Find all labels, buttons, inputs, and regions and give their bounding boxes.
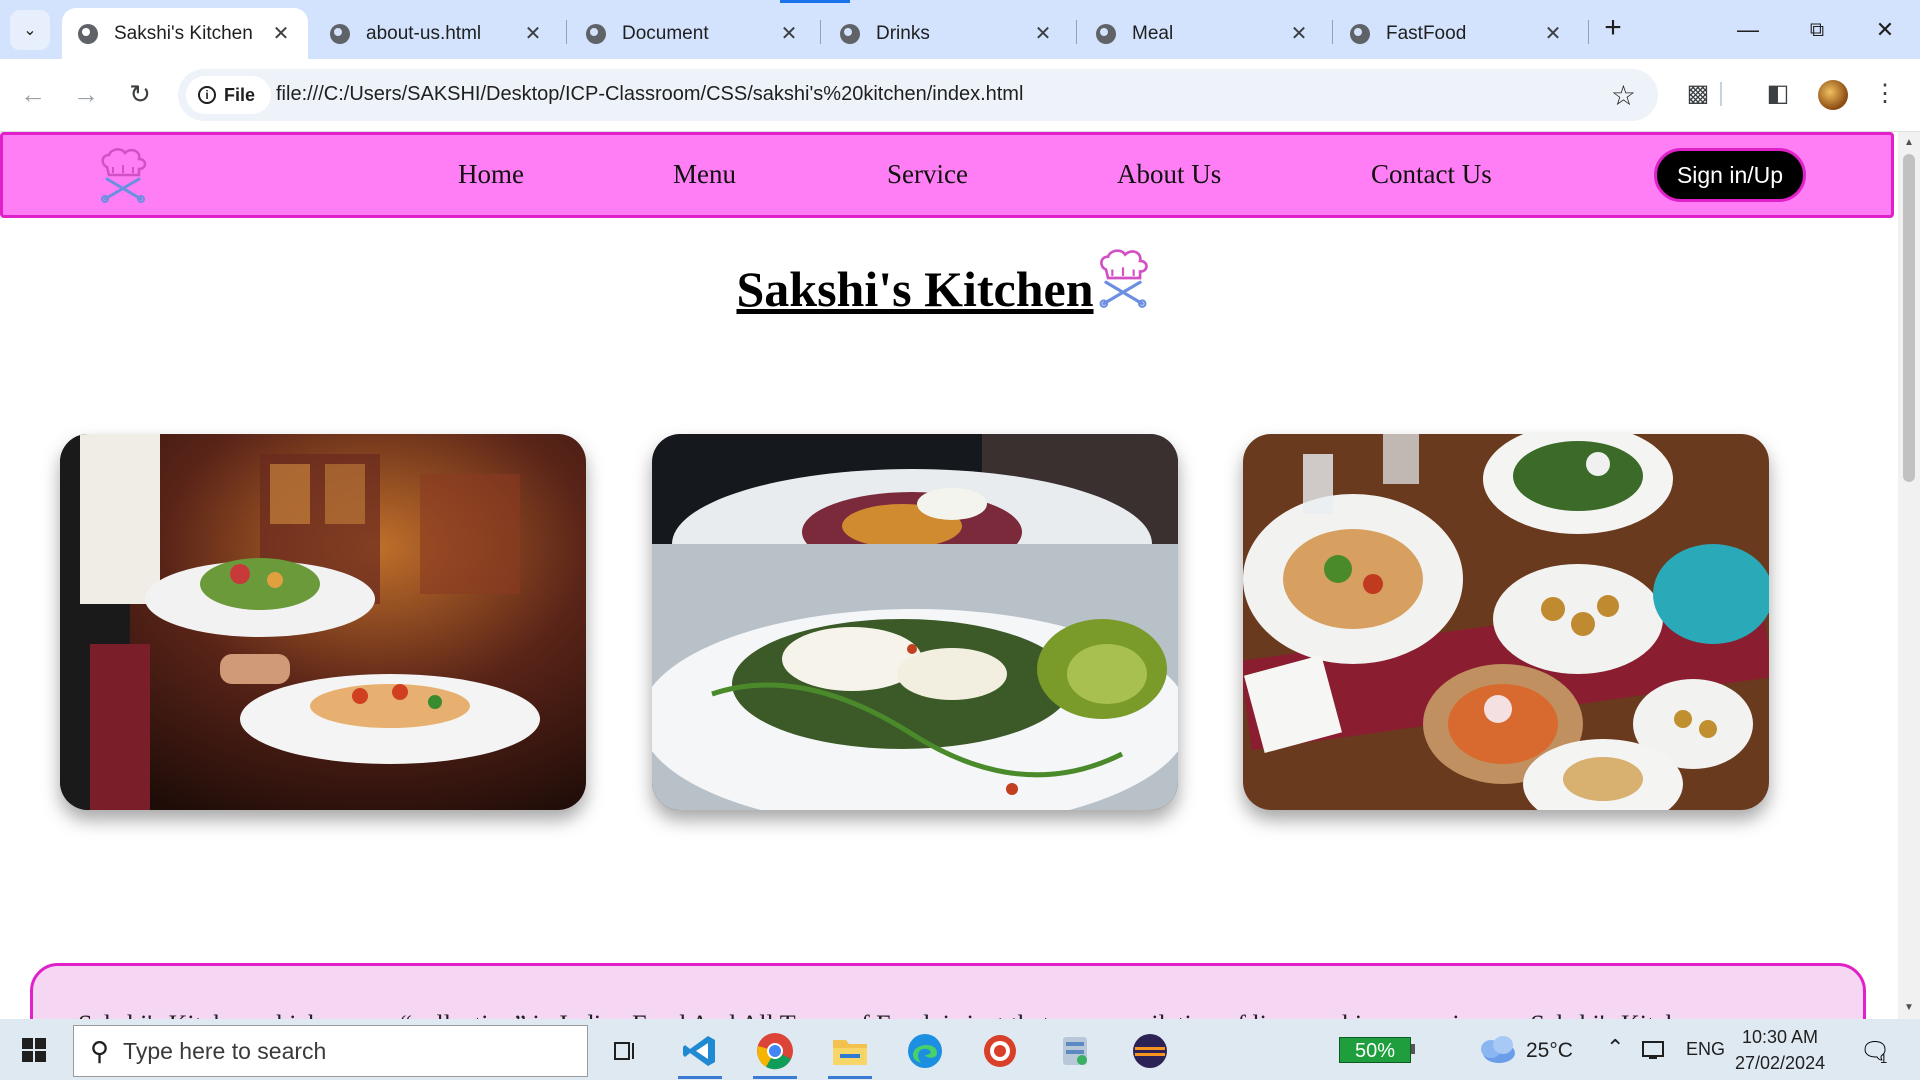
scroll-down-icon[interactable]: ▼ (1898, 999, 1920, 1017)
tab-about-us[interactable]: about-us.html ✕ (314, 8, 560, 59)
new-tab-icon[interactable]: + (1598, 13, 1628, 44)
tab-separator (1332, 20, 1333, 44)
screen-recorder-icon[interactable] (975, 1027, 1025, 1075)
edge-icon[interactable] (900, 1027, 950, 1075)
tab-separator (1588, 20, 1589, 44)
file-explorer-icon[interactable] (825, 1027, 875, 1079)
extensions-icon[interactable]: ▩ (1680, 76, 1716, 112)
browser-tab-bar: ⌄ Sakshi's Kitchen ✕ about-us.html ✕ Doc… (0, 0, 1920, 59)
bookmark-star-icon[interactable]: ☆ (1611, 79, 1636, 112)
close-icon[interactable]: ✕ (1032, 21, 1054, 46)
tab-meal[interactable]: Meal ✕ (1080, 8, 1326, 59)
tab-title: Meal (1132, 22, 1174, 44)
address-bar[interactable]: i File file:///C:/Users/SAKSHI/Desktop/I… (178, 69, 1658, 121)
globe-icon (1350, 23, 1370, 44)
close-window-icon[interactable]: ✕ (1865, 12, 1905, 48)
network-icon[interactable] (1640, 1037, 1666, 1063)
info-icon: i (198, 86, 216, 104)
tab-separator (820, 20, 821, 44)
scroll-up-icon[interactable]: ▲ (1898, 134, 1920, 152)
vscode-icon[interactable] (675, 1027, 725, 1079)
side-panel-icon[interactable]: ◧ (1760, 76, 1796, 112)
minimize-icon[interactable]: — (1728, 12, 1768, 48)
tab-separator (1076, 20, 1077, 44)
tab-fastfood[interactable]: FastFood ✕ (1334, 8, 1580, 59)
chef-hat-icon (1099, 249, 1148, 308)
food-photo-table (1243, 434, 1769, 810)
toolbar-divider (1720, 82, 1722, 106)
tab-sakshis-kitchen[interactable]: Sakshi's Kitchen ✕ (62, 8, 308, 59)
nav-link-home[interactable]: Home (458, 159, 524, 190)
tab-title: Drinks (876, 22, 930, 44)
windows-start-icon[interactable] (22, 1038, 46, 1062)
tab-drinks[interactable]: Drinks ✕ (824, 8, 1070, 59)
nav-link-service[interactable]: Service (887, 159, 968, 190)
globe-icon (586, 23, 606, 44)
about-text: Sakshi's Kitchen which means “collection… (78, 1010, 1679, 1019)
chevron-down-icon: ⌄ (23, 22, 37, 39)
reload-icon[interactable]: ↻ (122, 76, 158, 112)
tab-separator (566, 20, 567, 44)
profile-avatar[interactable] (1818, 80, 1848, 110)
page-title: Sakshi's Kitchen (736, 261, 1094, 317)
restore-icon[interactable]: ⧉ (1797, 12, 1837, 48)
taskbar-search-box[interactable]: ⚲ Type here to search (73, 1025, 588, 1077)
forward-icon[interactable]: → (68, 76, 104, 112)
globe-icon (1096, 23, 1116, 44)
task-view-icon[interactable] (600, 1027, 650, 1075)
tab-title: Document (622, 22, 709, 44)
back-icon[interactable]: ← (15, 76, 51, 112)
chip-label: File (224, 84, 256, 105)
scroll-thumb[interactable] (1903, 154, 1915, 482)
close-icon[interactable]: ✕ (1288, 21, 1310, 46)
notification-count: 1 (1880, 1051, 1888, 1066)
browser-toolbar: ← → ↻ i File file:///C:/Users/SAKSHI/Des… (0, 59, 1920, 132)
globe-icon (840, 23, 860, 44)
globe-icon (330, 23, 350, 44)
nav-link-contact-us[interactable]: Contact Us (1371, 159, 1492, 190)
eclipse-icon[interactable] (1125, 1027, 1175, 1075)
menu-dots-icon[interactable]: ⋮ (1867, 76, 1903, 112)
windows-taskbar: ⚲ Type here to search 50% 25°C ⌃ ENG 10:… (0, 1019, 1920, 1080)
tab-title: FastFood (1386, 22, 1467, 44)
tab-title: Sakshi's Kitchen (114, 22, 253, 44)
signin-button[interactable]: Sign in/Up (1654, 148, 1806, 202)
tab-search-button[interactable]: ⌄ (10, 10, 50, 50)
page-viewport: Home Menu Service About Us Contact Us Si… (0, 132, 1898, 1019)
battery-cap (1411, 1044, 1415, 1054)
globe-icon (78, 23, 98, 44)
close-icon[interactable]: ✕ (1542, 21, 1564, 46)
loading-indicator (780, 0, 850, 3)
tab-document[interactable]: Document ✕ (570, 8, 816, 59)
close-icon[interactable]: ✕ (270, 21, 292, 46)
chrome-icon[interactable] (750, 1027, 800, 1079)
food-photo-waiter (60, 434, 586, 810)
search-icon: ⚲ (90, 1035, 110, 1066)
food-photo-eggs (652, 434, 1178, 810)
tray-chevron-up-icon[interactable]: ⌃ (1606, 1035, 1624, 1061)
nav-link-menu[interactable]: Menu (673, 159, 736, 190)
temperature-text[interactable]: 25°C (1526, 1039, 1573, 1063)
close-icon[interactable]: ✕ (522, 21, 544, 46)
weather-cloud-icon[interactable] (1477, 1033, 1517, 1065)
site-info-chip[interactable]: i File (186, 76, 272, 114)
tab-title: about-us.html (366, 22, 482, 44)
taskbar-search-placeholder: Type here to search (123, 1037, 327, 1064)
battery-indicator[interactable]: 50% (1339, 1037, 1411, 1063)
about-section: Sakshi's Kitchen which means “collection… (30, 963, 1866, 1019)
clock-time[interactable]: 10:30 AM (1742, 1027, 1818, 1048)
close-icon[interactable]: ✕ (778, 21, 800, 46)
clock-date[interactable]: 27/02/2024 (1735, 1053, 1825, 1074)
chef-hat-logo-icon[interactable] (93, 145, 153, 205)
page-scrollbar[interactable]: ▲ ▼ (1898, 132, 1920, 1019)
url-text[interactable]: file:///C:/Users/SAKSHI/Desktop/ICP-Clas… (276, 83, 1023, 106)
database-app-icon[interactable] (1050, 1027, 1100, 1075)
nav-link-about-us[interactable]: About Us (1117, 159, 1221, 190)
site-navbar: Home Menu Service About Us Contact Us Si… (0, 132, 1894, 218)
language-indicator[interactable]: ENG (1686, 1039, 1725, 1060)
